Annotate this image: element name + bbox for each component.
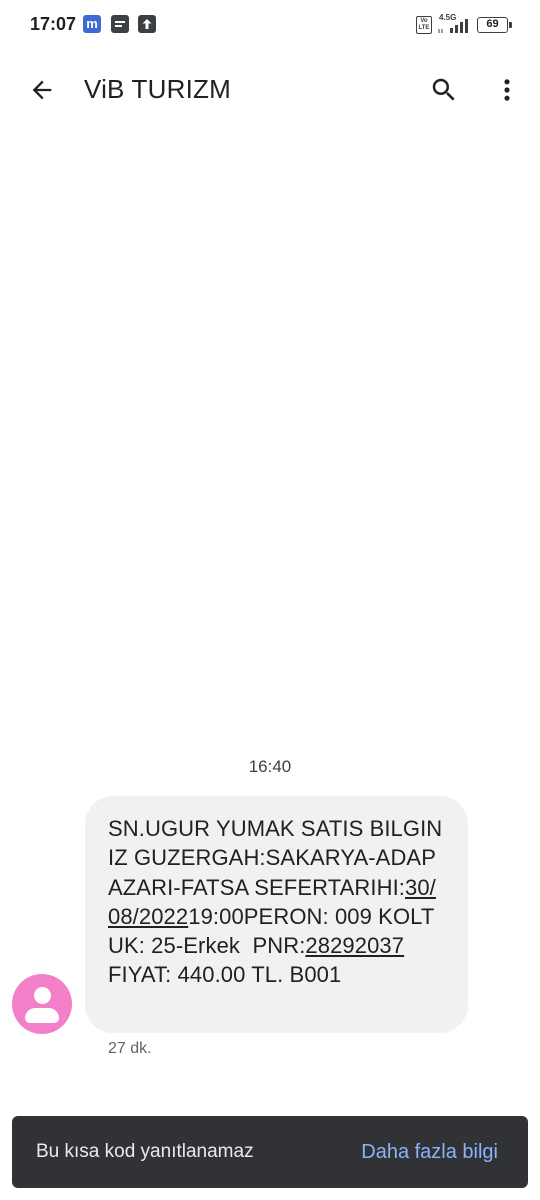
sender-avatar[interactable] (12, 974, 72, 1034)
signal-icon (438, 19, 468, 33)
battery-icon: 69 (477, 17, 512, 33)
snackbar: Bu kısa kod yanıtlanamaz Daha fazla bilg… (12, 1116, 528, 1188)
message-bubble[interactable]: SN.UGUR YUMAK SATIS BILGINIZ GUZERGAH:SA… (85, 796, 468, 1033)
message-text: SN.UGUR YUMAK SATIS BILGINIZ GUZERGAH:SA… (108, 814, 448, 990)
message-timestamp: 16:40 (248, 757, 292, 776)
message-text-part3: FIYAT: 440.00 TL. B001 (108, 962, 342, 988)
message-age: 27 dk. (108, 1040, 152, 1057)
back-button[interactable] (16, 66, 68, 114)
back-arrow-icon (32, 80, 52, 100)
message-text-part1: SN.UGUR YUMAK SATIS BILGINIZ GUZERGAH:SA… (108, 816, 443, 900)
conversation-title: ViB TURIZM (84, 74, 231, 104)
search-button[interactable] (420, 66, 468, 114)
m-app-icon: m (83, 15, 101, 33)
person-icon (34, 987, 51, 1004)
snackbar-text: Bu kısa kod yanıtlanamaz (36, 1141, 254, 1162)
more-info-button[interactable]: Daha fazla bilgi (361, 1141, 498, 1164)
more-options-button[interactable] (484, 66, 530, 114)
volte-icon: Vo LTE (416, 16, 432, 34)
status-bar: 17:07 m Vo LTE 4.5G 69 (0, 0, 540, 52)
status-time: 17:07 (30, 14, 77, 34)
more-vert-icon (504, 79, 510, 101)
upload-icon (138, 15, 156, 33)
app-bar: ViB TURIZM (0, 52, 540, 128)
message-notification-icon (111, 15, 129, 33)
search-icon (432, 78, 455, 101)
pnr-link[interactable]: 28292037 (305, 933, 404, 958)
